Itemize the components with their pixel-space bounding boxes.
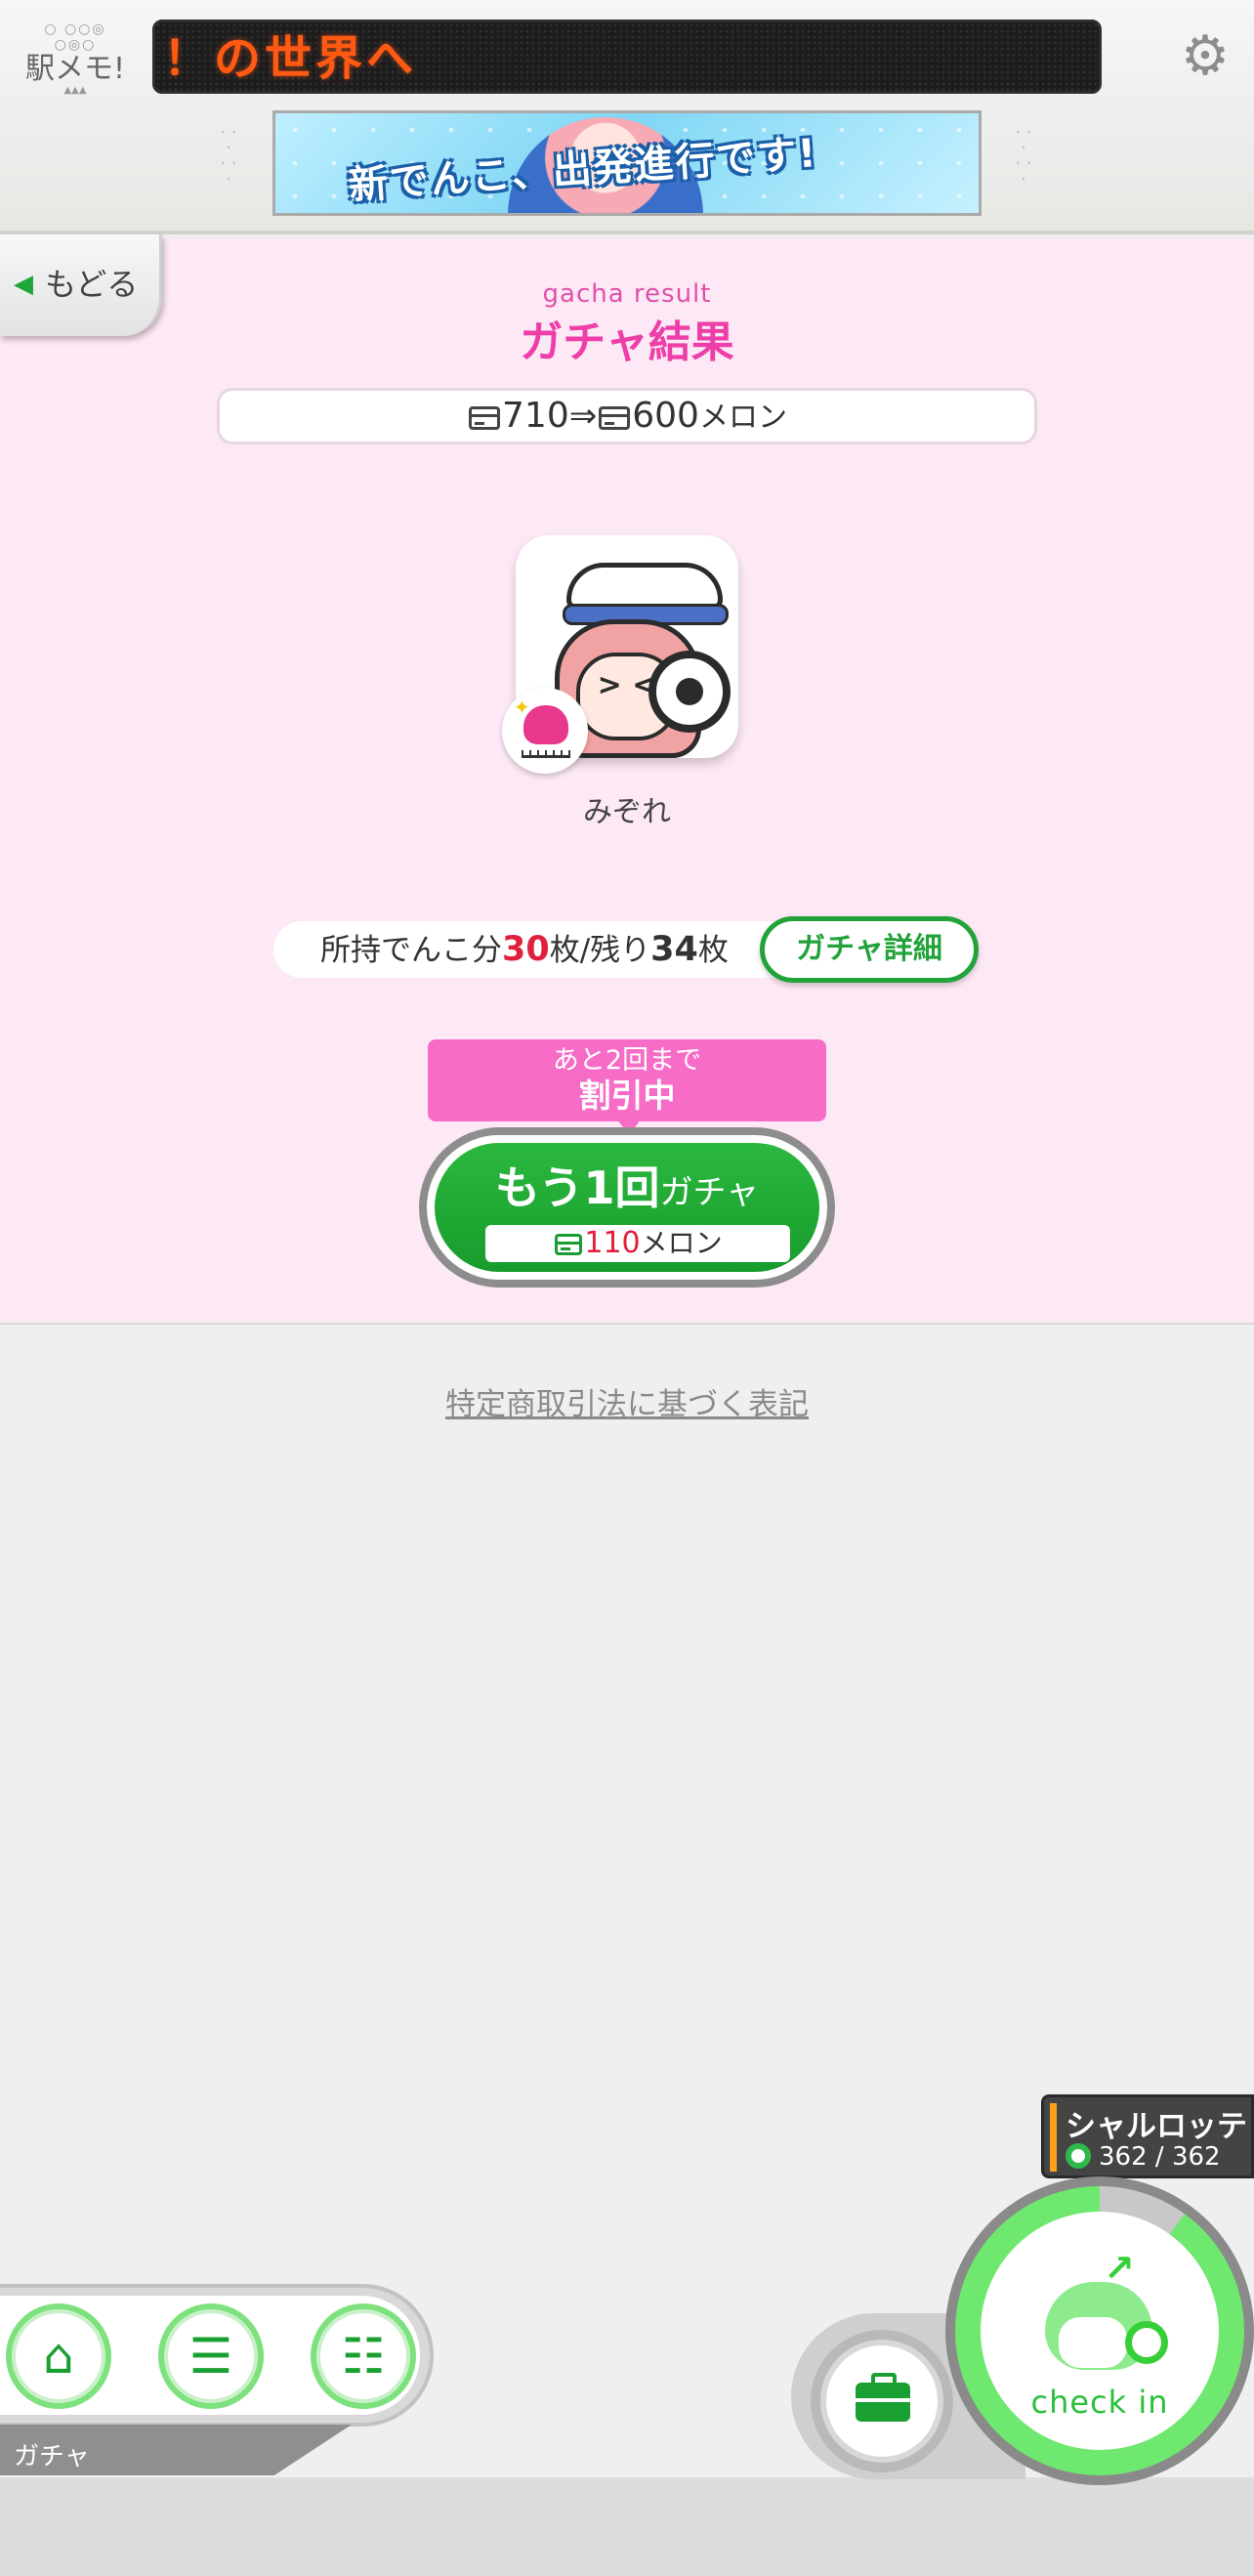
gacha-again-label: もう1回ガチャ (435, 1153, 819, 1217)
top-header: ○ ○○◎ ○◎○ 駅メモ! ▲▲▲ ！の世界へ ⚙ · · · · · · 新でんこ… (0, 0, 1254, 234)
home-icon: ⌂ (43, 2328, 74, 2385)
nav-denko-list-button[interactable]: ☰ (158, 2303, 264, 2409)
logo-name: 駅メモ! (24, 52, 126, 86)
gacha-again-price-value: 110 (584, 1226, 641, 1260)
denko-owned-count: 30 (502, 930, 550, 969)
briefcase-icon (856, 2373, 910, 2422)
gacha-again-small: ガチャ (659, 1173, 760, 1212)
partner-denko-plate[interactable]: シャルロッテ 362 / 362 (1041, 2094, 1254, 2178)
ruler-icon (522, 750, 570, 758)
gacha-again-price-unit: メロン (640, 1227, 723, 1259)
current-screen-label: ガチャ (14, 2442, 90, 2471)
partner-hp: 362 / 362 (1066, 2142, 1221, 2172)
partner-hp-current: 362 (1099, 2142, 1148, 2172)
gacha-again-button[interactable]: もう1回ガチャ 110メロン (435, 1143, 819, 1272)
settings-gear-icon[interactable]: ⚙ (1176, 27, 1234, 86)
gacha-again-big: もう1回 (494, 1161, 660, 1214)
banner-next-dots[interactable]: · · · · · · (1002, 124, 1045, 193)
denko-count-suffix: 枚 (697, 933, 729, 968)
page-title: ガチャ結果 (520, 317, 734, 367)
logo-mark: ▲▲▲ (63, 85, 87, 96)
balance-after: 600 (632, 396, 699, 436)
discount-tag: あと2回まで 割引中 (428, 1039, 826, 1135)
denko-type-badge-icon: ✦ (502, 688, 588, 774)
gacha-again-button-frame: もう1回ガチャ 110メロン (419, 1127, 835, 1288)
denko-count-mid: 枚/残り (549, 933, 651, 968)
card-icon (469, 406, 501, 430)
balance-before: 710 (502, 396, 569, 436)
partner-name: シャルロッテ (1066, 2109, 1247, 2144)
partner-hp-max: 362 (1171, 2142, 1221, 2172)
mascot-headphone-icon (1125, 2321, 1168, 2364)
mascot-face (1059, 2317, 1127, 2368)
partner-accent-stripe (1050, 2103, 1057, 2172)
promo-banner[interactable]: 新でんこ、出発進行です! (272, 110, 982, 216)
denko-remaining-count: 34 (650, 930, 698, 969)
app-logo[interactable]: ○ ○○◎ ○◎○ 駅メモ! ▲▲▲ (21, 21, 129, 96)
led-message-text: ！の世界へ (163, 31, 418, 86)
denko-count-prefix: 所持でんこ分 (320, 933, 502, 968)
banner-prev-dots[interactable]: · · · · · · (207, 124, 250, 193)
hp-ring-icon (1066, 2143, 1091, 2169)
balance-arrow: ⇒ (568, 397, 598, 436)
discount-label: 割引中 (578, 1077, 676, 1115)
balance-unit: メロン (698, 401, 787, 435)
partner-hp-sep: / (1147, 2142, 1172, 2172)
nav-home-button[interactable]: ⌂ (6, 2303, 111, 2409)
denko-count-text: 所持でんこ分30枚/残り34枚 (320, 921, 729, 979)
denko-list-icon: ☰ (188, 2328, 233, 2385)
type-mascot-icon (523, 705, 568, 744)
checkin-label: check in (1030, 2384, 1169, 2421)
headphone-icon (648, 651, 731, 733)
station-list-icon: ☷ (341, 2328, 386, 2385)
logo-dots: ○ ○○◎ ○◎○ (44, 21, 106, 53)
checkin-button[interactable]: ↗ check in (981, 2212, 1219, 2450)
nav-station-list-button[interactable]: ☷ (311, 2303, 416, 2409)
card-icon (599, 406, 631, 430)
led-message-board: ！の世界へ (152, 20, 1102, 94)
legal-notice-link[interactable]: 特定商取引法に基づく表記 (0, 1379, 1254, 1423)
discount-remaining: あと2回まで (552, 1045, 702, 1076)
gacha-again-price: 110メロン (485, 1225, 790, 1262)
prize-denko-name: みぞれ (583, 795, 671, 829)
denko-hat (566, 563, 723, 610)
melon-balance-bar: 710⇒ 600メロン (217, 388, 1037, 444)
gacha-detail-button[interactable]: ガチャ詳細 (760, 916, 979, 983)
card-icon (555, 1234, 583, 1255)
footer-bar (0, 2477, 1254, 2576)
toolbox-button[interactable] (820, 2340, 943, 2463)
result-subtitle: gacha result (542, 279, 712, 309)
